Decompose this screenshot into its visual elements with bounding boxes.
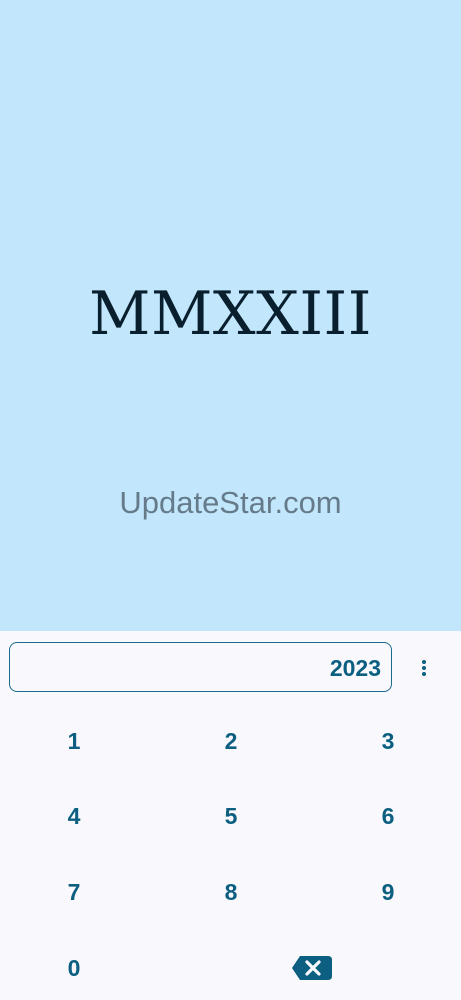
- more-vert-icon: [422, 660, 426, 664]
- more-vert-icon-dot: [422, 672, 426, 676]
- key-0[interactable]: 0: [19, 940, 129, 996]
- key-3[interactable]: 3: [333, 713, 443, 769]
- result-display: MMXXIII UpdateStar.com: [0, 0, 461, 631]
- roman-numeral-output: MMXXIII: [89, 279, 372, 349]
- backspace-button[interactable]: [276, 940, 346, 996]
- key-4[interactable]: 4: [19, 788, 129, 844]
- more-vert-icon-dot: [422, 666, 426, 670]
- key-1[interactable]: 1: [19, 713, 129, 769]
- watermark-text: UpdateStar.com: [119, 485, 342, 520]
- key-6[interactable]: 6: [333, 788, 443, 844]
- key-7[interactable]: 7: [19, 864, 129, 920]
- key-8[interactable]: 8: [176, 864, 286, 920]
- number-input-value: 2023: [329, 655, 381, 681]
- roman-numeral-converter-app: MMXXIII UpdateStar.com 2023 1 2 3 4 5 6 …: [0, 0, 461, 1000]
- more-options-button[interactable]: [408, 650, 440, 686]
- key-2[interactable]: 2: [176, 713, 286, 769]
- key-9[interactable]: 9: [333, 864, 443, 920]
- backspace-icon: [292, 956, 332, 980]
- number-input-field[interactable]: 2023: [9, 642, 392, 692]
- key-5[interactable]: 5: [176, 788, 286, 844]
